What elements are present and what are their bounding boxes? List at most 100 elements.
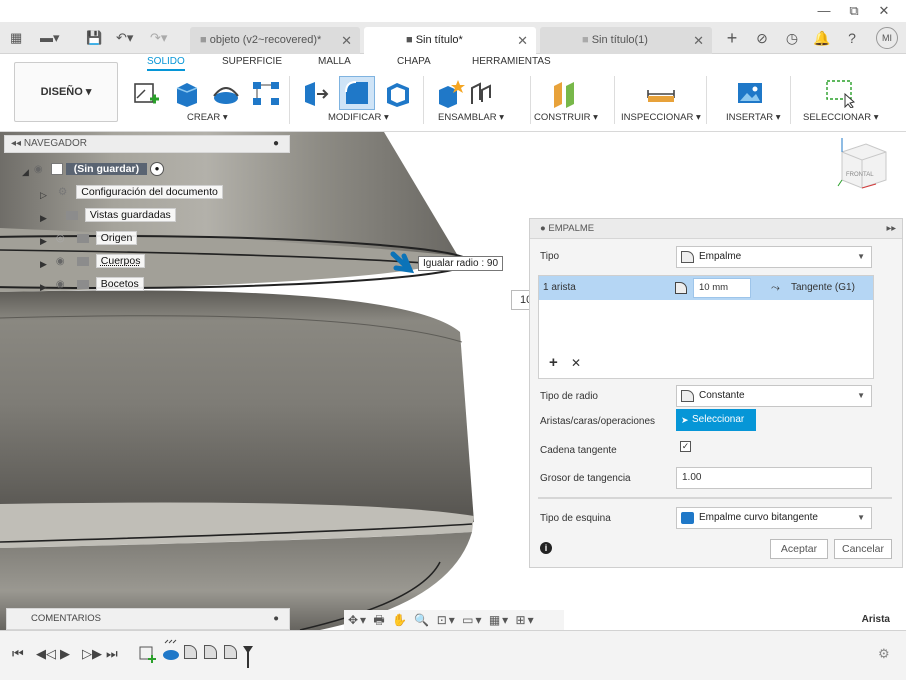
visibility-icon[interactable]: ◉ (56, 276, 70, 294)
tab-solido[interactable]: SOLIDO (147, 56, 185, 71)
group-inspeccionar[interactable]: INSPECCIONAR ▾ (621, 112, 701, 123)
joint-icon[interactable] (466, 78, 496, 108)
radius-input[interactable]: 10 mm (693, 278, 751, 298)
go-to-start-icon[interactable]: ⏮ (12, 646, 24, 662)
go-to-end-icon[interactable]: ⏭ (106, 646, 118, 662)
edge-selection-list[interactable]: 1 arista 10 mm ⤳ Tangente (G1) + ✕ (538, 275, 874, 379)
info-icon[interactable]: i (540, 542, 552, 554)
group-insertar[interactable]: INSERTAR ▾ (726, 112, 781, 123)
edge-row[interactable]: 1 arista 10 mm ⤳ Tangente (G1) (539, 276, 873, 300)
shell-icon[interactable] (383, 78, 413, 108)
expand-triangle-icon[interactable]: ▷ (40, 186, 49, 200)
new-component-icon[interactable] (436, 78, 466, 108)
insert-image-icon[interactable] (735, 78, 765, 108)
grid-settings-icon[interactable]: ▦▾ (489, 613, 510, 627)
create-sketch-icon[interactable] (131, 78, 161, 108)
group-modificar[interactable]: MODIFICAR ▾ (328, 112, 389, 123)
fillet-icon[interactable] (342, 78, 372, 108)
pan-icon[interactable]: ✋ (392, 613, 409, 627)
tab-herramientas[interactable]: HERRAMIENTAS (472, 56, 551, 67)
display-settings-icon[interactable]: ▭▾ (462, 613, 483, 627)
expand-triangle-icon[interactable]: ▶ (40, 209, 49, 223)
visibility-icon[interactable]: ◉ (56, 253, 70, 271)
workspace-switcher[interactable]: DISEÑO ▾ (14, 62, 118, 122)
browser-item-origen[interactable]: ▶ ◎ Origen (40, 229, 138, 248)
expand-triangle-icon[interactable]: ▶ (40, 232, 49, 246)
browser-item-vistas[interactable]: ▶ Vistas guardadas (40, 206, 176, 224)
fit-icon[interactable]: ⊡▾ (437, 613, 457, 627)
browser-item-bocetos[interactable]: ▶ ◉ Bocetos (40, 275, 144, 293)
tangent-chain-checkbox[interactable]: ✓ (680, 441, 691, 452)
user-avatar[interactable]: MI (876, 27, 898, 49)
extensions-icon[interactable]: ⊘ (752, 28, 772, 48)
visibility-icon[interactable]: ◉ (34, 161, 48, 179)
measure-icon[interactable] (646, 78, 676, 108)
extrude-icon[interactable] (171, 78, 201, 108)
timeline-revolve-icon[interactable] (162, 639, 180, 663)
pin-icon[interactable]: ● (273, 136, 279, 152)
canvas-viewport[interactable]: FRONTAL ◂◂ NAVEGADOR ● ◢ ◉ (Sin guardar)… (0, 132, 906, 630)
tab-chapa[interactable]: CHAPA (397, 56, 431, 67)
expand-triangle-icon[interactable]: ▶ (40, 278, 49, 292)
close-tab-icon[interactable]: ✕ (693, 27, 704, 54)
group-construir[interactable]: CONSTRUIR ▾ (534, 112, 598, 123)
revolve-icon[interactable] (211, 78, 241, 108)
notifications-icon[interactable]: 🔔 (812, 28, 832, 48)
hidden-eye-icon[interactable]: ◎ (56, 230, 70, 248)
file-menu-icon[interactable]: ▬▾ (40, 30, 60, 46)
browser-header[interactable]: ◂◂ NAVEGADOR ● (4, 135, 290, 153)
tab-sin-titulo-1[interactable]: ■ Sin título(1) ✕ (540, 27, 712, 54)
activate-radio-icon[interactable]: ● (150, 162, 165, 177)
job-status-icon[interactable]: ◷ (782, 28, 802, 48)
zoom-icon[interactable]: 🔍 (414, 613, 431, 627)
timeline-sketch-icon[interactable] (138, 641, 156, 663)
tab-superficie[interactable]: SUPERFICIE (222, 56, 282, 67)
group-crear[interactable]: CREAR ▾ (187, 112, 228, 123)
close-window-button[interactable]: ✕ (870, 2, 898, 20)
corner-type-select[interactable]: Empalme curvo bitangente ▼ (676, 507, 872, 529)
viewcube-icon[interactable]: FRONTAL (836, 134, 890, 192)
expand-triangle-icon[interactable]: ▶ (40, 255, 49, 269)
tangency-weight-input[interactable]: 1.00 (676, 467, 872, 489)
remove-edge-button[interactable]: ✕ (571, 356, 581, 370)
tab-objeto[interactable]: ■ objeto (v2~recovered)* ✕ (190, 27, 360, 54)
pin-icon[interactable]: ● (273, 609, 279, 629)
step-forward-icon[interactable]: ▷▶ (82, 646, 102, 662)
collapse-icon[interactable]: ◂◂ (11, 138, 21, 149)
press-pull-icon[interactable] (301, 78, 331, 108)
new-tab-icon[interactable]: + (722, 28, 742, 48)
tipo-select[interactable]: Empalme ▼ (676, 246, 872, 268)
radius-type-select[interactable]: Constante ▼ (676, 385, 872, 407)
expand-triangle-icon[interactable]: ◢ (22, 163, 31, 177)
undo-icon[interactable]: ↶▾ (116, 30, 133, 46)
redo-icon[interactable]: ↷▾ (150, 30, 167, 46)
minimize-button[interactable]: — (810, 2, 838, 20)
timeline-marker-icon[interactable] (242, 645, 254, 669)
orbit-icon[interactable]: ✥▾ (348, 613, 368, 627)
expand-dialog-icon[interactable]: ▸▸ (886, 219, 896, 239)
tab-sin-titulo[interactable]: ■ Sin título* ✕ (364, 27, 536, 54)
add-edge-button[interactable]: + (549, 354, 558, 371)
play-icon[interactable]: ▶ (60, 646, 70, 662)
close-tab-icon[interactable]: ✕ (341, 27, 352, 54)
dialog-header[interactable]: ● EMPALME ▸▸ (530, 219, 902, 239)
grid-menu-icon[interactable]: ▦ (10, 30, 22, 46)
close-tab-icon[interactable]: ✕ (517, 27, 528, 54)
comments-panel[interactable]: COMENTARIOS ● (6, 608, 290, 630)
select-edges-button[interactable]: ➤ Seleccionar (676, 409, 756, 431)
select-window-icon[interactable] (825, 78, 855, 108)
help-icon[interactable]: ? (842, 28, 862, 48)
browser-root[interactable]: ◢ ◉ (Sin guardar) ● (22, 160, 165, 179)
group-seleccionar[interactable]: SELECCIONAR ▾ (803, 112, 879, 123)
tab-malla[interactable]: MALLA (318, 56, 351, 67)
viewports-icon[interactable]: ⊞▾ (516, 613, 536, 627)
timeline-settings-gear-icon[interactable]: ⚙ (878, 646, 890, 662)
offset-plane-icon[interactable] (550, 78, 580, 108)
timeline-fillet-icon[interactable] (224, 645, 237, 659)
timeline-fillet-icon[interactable] (184, 645, 197, 659)
save-icon[interactable]: 💾 (86, 30, 102, 46)
cancel-button[interactable]: Cancelar (834, 539, 892, 559)
group-ensamblar[interactable]: ENSAMBLAR ▾ (438, 112, 504, 123)
timeline-fillet-icon[interactable] (204, 645, 217, 659)
ok-button[interactable]: Aceptar (770, 539, 828, 559)
